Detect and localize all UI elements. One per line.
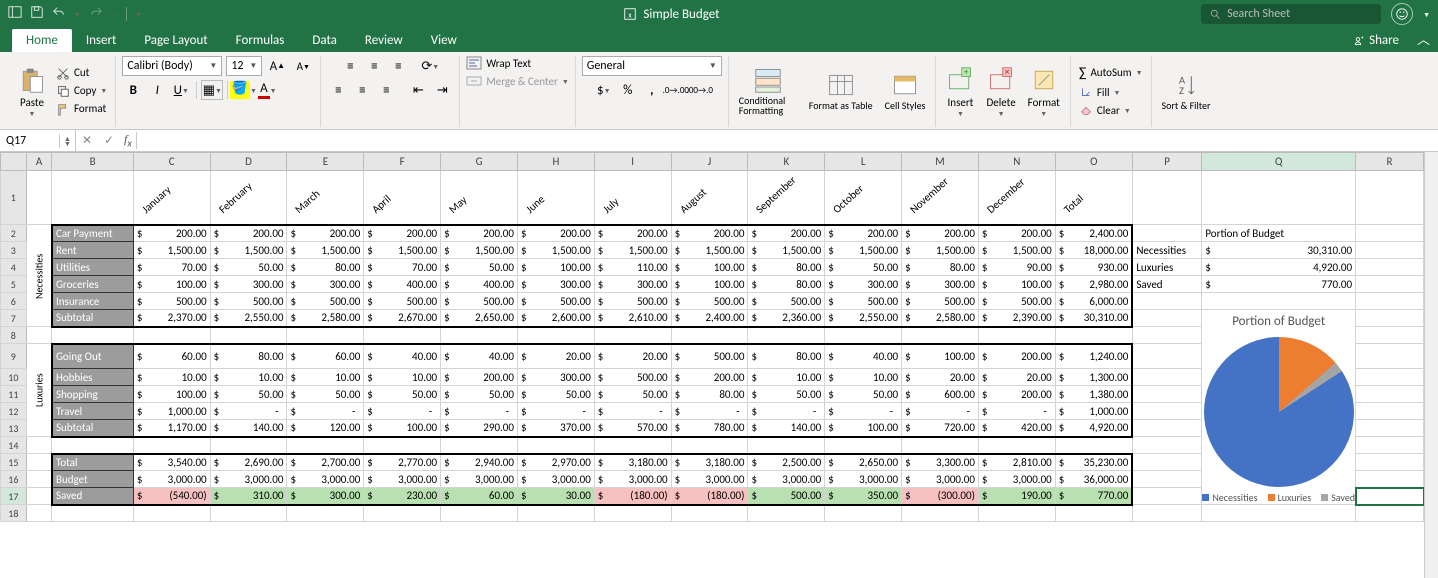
cell-styles-button[interactable]: Cell Styles [881, 69, 930, 113]
conditional-formatting-button[interactable]: Conditional Formatting [735, 64, 801, 118]
align-bottom-icon[interactable]: ≡ [387, 56, 409, 76]
svg-text:Z: Z [1179, 83, 1184, 96]
font-color-button[interactable]: A▼ [256, 80, 278, 100]
feedback-dropdown-icon[interactable]: ▼ [1423, 12, 1430, 17]
insert-cells-button[interactable]: +Insert▼ [942, 64, 978, 118]
undo-dropdown-icon[interactable]: ▼ [74, 12, 81, 17]
wrap-text-button[interactable]: Wrap Text [466, 56, 531, 70]
clear-button[interactable]: Clear▼ [1077, 102, 1145, 118]
align-middle-icon[interactable]: ≡ [363, 56, 385, 76]
fx-icon[interactable]: fx [120, 132, 137, 149]
align-center-icon[interactable]: ≡ [351, 80, 373, 100]
align-top-icon[interactable]: ≡ [339, 56, 361, 76]
formula-input[interactable] [137, 134, 1438, 148]
comma-icon[interactable]: , [641, 80, 663, 100]
font-name-dropdown[interactable]: Calibri (Body)▼ [122, 56, 222, 76]
enter-formula-icon[interactable]: ✓ [98, 133, 120, 148]
align-right-icon[interactable]: ≡ [375, 80, 397, 100]
decrease-font-icon[interactable]: A▼ [292, 56, 314, 76]
fill-color-button[interactable]: 🪣▼ [232, 80, 254, 100]
italic-button[interactable]: I [146, 80, 168, 100]
format-as-table-button[interactable]: Format as Table [805, 69, 877, 113]
document-title: x Simple Budget [142, 7, 1201, 22]
title-bar: ▼ ▼ ▼ x Simple Budget Search Sheet ▼ [0, 0, 1438, 28]
tab-insert[interactable]: Insert [72, 29, 131, 52]
orientation-icon[interactable]: ⟳▼ [419, 56, 441, 76]
share-button[interactable]: Share [1341, 29, 1409, 52]
tab-data[interactable]: Data [298, 29, 351, 52]
increase-indent-icon[interactable]: ⇥ [431, 80, 453, 100]
bold-button[interactable]: B [122, 80, 144, 100]
undo-icon[interactable] [52, 5, 66, 23]
formula-bar: Q17 ▲▼ ✕ ✓ fx [0, 130, 1438, 152]
font-size-dropdown[interactable]: 12▼ [226, 56, 262, 76]
tab-formulas[interactable]: Formulas [222, 29, 299, 52]
ribbon: Paste▼ Cut Copy▼ Format Calibri (Body)▼ … [0, 52, 1438, 130]
paste-button[interactable]: Paste▼ [14, 64, 50, 118]
decrease-indent-icon[interactable]: ⇤ [407, 80, 429, 100]
align-left-icon[interactable]: ≡ [327, 80, 349, 100]
redo-icon[interactable] [89, 5, 103, 23]
svg-text:×: × [1005, 66, 1010, 78]
underline-button[interactable]: U▼ [170, 80, 192, 100]
delete-cells-button[interactable]: ×Delete▼ [982, 64, 1019, 118]
tab-page-layout[interactable]: Page Layout [130, 29, 221, 52]
collapse-ribbon-icon[interactable]: ︿ [1409, 25, 1438, 52]
increase-decimal-icon[interactable]: .0→.00 [665, 80, 687, 100]
qat-customize-icon[interactable]: ▼ [135, 12, 142, 17]
currency-icon[interactable]: $▼ [593, 80, 615, 100]
feedback-icon[interactable] [1391, 3, 1413, 25]
name-box[interactable]: Q17 [0, 134, 60, 148]
merge-center-button[interactable]: Merge & Center▼ [466, 74, 568, 88]
svg-text:+: + [964, 67, 969, 77]
decrease-decimal-icon[interactable]: .00→.0 [689, 80, 711, 100]
increase-font-icon[interactable]: A▲ [266, 56, 288, 76]
border-button[interactable]: ▦▼ [201, 80, 223, 100]
copy-button[interactable]: Copy▼ [54, 83, 109, 99]
sort-filter-button[interactable]: AZSort & Filter [1158, 69, 1215, 113]
number-format-dropdown[interactable]: General▼ [582, 56, 722, 76]
ribbon-tabs: Home Insert Page Layout Formulas Data Re… [0, 28, 1438, 52]
search-input[interactable]: Search Sheet [1201, 4, 1381, 24]
cut-button[interactable]: Cut [54, 65, 109, 81]
format-painter-button[interactable]: Format [54, 101, 109, 117]
format-cells-button[interactable]: Format▼ [1024, 64, 1064, 118]
fill-button[interactable]: Fill▼ [1077, 84, 1145, 100]
cancel-formula-icon[interactable]: ✕ [76, 133, 98, 148]
tab-view[interactable]: View [417, 29, 471, 52]
autosum-button[interactable]: ∑AutoSum▼ [1077, 63, 1145, 82]
tab-review[interactable]: Review [351, 29, 417, 52]
vertical-scrollbar[interactable] [1424, 152, 1438, 578]
redo-dropdown-icon: ▼ [111, 12, 118, 17]
tab-home[interactable]: Home [12, 29, 72, 52]
quick-access-toolbar: ▼ ▼ ▼ [8, 5, 142, 23]
panel-toggle-icon[interactable] [8, 5, 22, 23]
save-icon[interactable] [30, 5, 44, 23]
percent-icon[interactable]: % [617, 80, 639, 100]
spreadsheet-grid[interactable]: ABCDEFGHIJKLMNOPQR1JanuaryFebruaryMarchA… [0, 152, 1424, 578]
svg-text:x: x [629, 12, 633, 21]
